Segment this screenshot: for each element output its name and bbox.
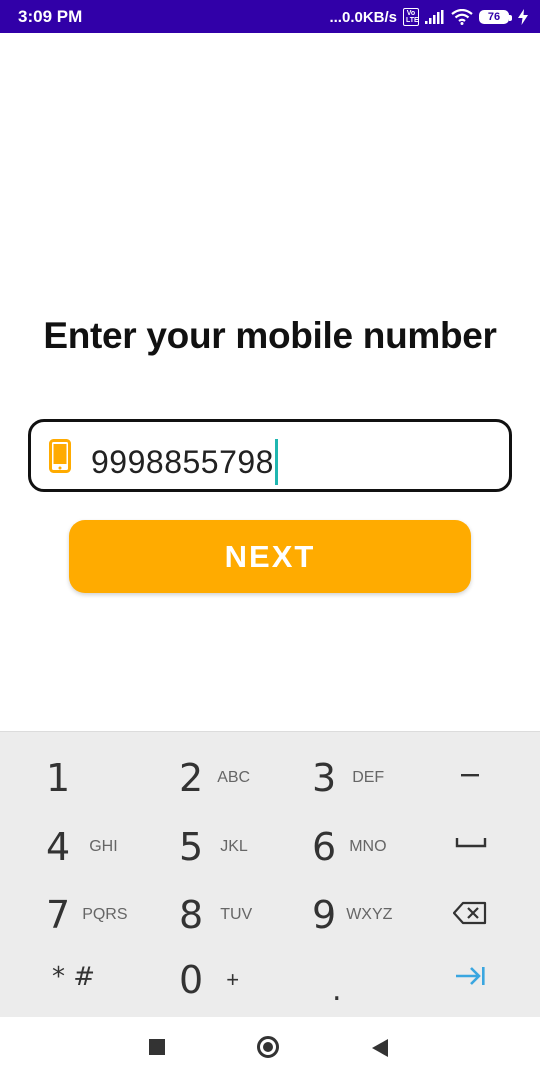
recents-icon[interactable] [149, 1039, 165, 1055]
key-4[interactable]: 4 GHI [46, 825, 118, 869]
page-title: Enter your mobile number [43, 315, 497, 356]
key-letters: + [226, 967, 240, 992]
key-2[interactable]: 2 ABC [179, 756, 250, 800]
key-digit: 3 [312, 756, 337, 800]
key-digit: 9 [312, 893, 337, 937]
key-letters: ABC [217, 769, 251, 786]
wifi-icon [451, 9, 473, 25]
status-time: 3:09 PM [18, 7, 83, 26]
key-digit: 6 [312, 825, 337, 869]
key-digit: 2 [179, 756, 204, 800]
status-icons: ...0.0KB/s Vo LTE 76 [329, 5, 528, 29]
key-5[interactable]: 5 JKL [179, 825, 248, 869]
key-letters: MNO [349, 838, 387, 855]
key-letters: WXYZ [346, 906, 393, 923]
next-field-icon [456, 967, 485, 985]
key-letters: DEF [352, 769, 385, 786]
key-digit: 5 [179, 825, 204, 869]
key-digit: . [332, 973, 342, 1008]
volte-icon: Vo LTE [403, 8, 419, 26]
network-speed: ...0.0KB/s [329, 8, 397, 26]
key-9[interactable]: 9 WXYZ [312, 893, 392, 937]
key-next[interactable] [455, 966, 487, 986]
key-1[interactable]: 1 [46, 756, 70, 800]
key-star-hash[interactable]: * # [52, 962, 95, 992]
space-icon [455, 838, 487, 848]
key-letters: TUV [220, 906, 253, 923]
key-digit: 0 [179, 958, 204, 1002]
key-backspace[interactable] [453, 901, 487, 925]
key-letters: JKL [220, 838, 248, 855]
mobile-number-value: 9998855798 [91, 439, 278, 485]
mobile-phone-icon [49, 439, 71, 473]
text-caret [274, 439, 278, 485]
navigation-bar [0, 1017, 540, 1080]
dash-icon [461, 774, 479, 777]
key-space[interactable] [455, 836, 487, 848]
key-dash[interactable] [460, 764, 480, 784]
battery-icon: 76 [479, 10, 512, 24]
key-digit: 1 [46, 756, 71, 800]
backspace-icon [453, 901, 487, 925]
key-digit: 8 [179, 893, 204, 937]
key-symbols: * # [52, 962, 96, 992]
key-8[interactable]: 8 TUV [179, 893, 252, 937]
key-7[interactable]: 7 PQRS [46, 893, 128, 937]
charging-icon [518, 9, 528, 25]
key-letters: PQRS [82, 906, 128, 923]
back-icon[interactable] [371, 1038, 389, 1058]
key-dot[interactable]: . [332, 973, 342, 1008]
key-digit: 7 [46, 893, 71, 937]
next-button[interactable]: NEXT [69, 520, 471, 593]
key-0[interactable]: 0 + [179, 958, 239, 1002]
signal-icon [425, 10, 444, 24]
key-3[interactable]: 3 DEF [312, 756, 384, 800]
mobile-number-text: 9998855798 [91, 443, 274, 480]
status-bar: 3:09 PM ...0.0KB/s Vo LTE 76 [0, 0, 540, 33]
key-letters: GHI [89, 838, 118, 855]
numeric-keypad: 1 2 ABC 3 DEF 4 GHI 5 JKL 6 MNO 7 PQRS 8… [0, 731, 540, 1018]
home-icon[interactable] [257, 1036, 279, 1058]
key-digit: 4 [46, 825, 71, 869]
mobile-number-input[interactable]: 9998855798 [28, 419, 512, 492]
key-6[interactable]: 6 MNO [312, 825, 387, 869]
